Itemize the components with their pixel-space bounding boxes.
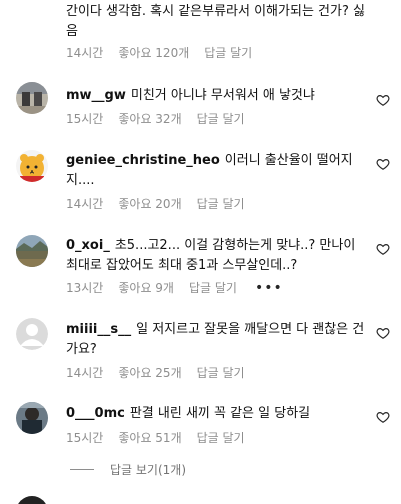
likes-count[interactable]: 좋아요 120개 xyxy=(118,44,189,61)
comment-body: geniee_christine_heo 이러니 출산율이 떨어지지.... xyxy=(66,151,366,191)
comment-time: 14시간 xyxy=(66,366,104,380)
avatar[interactable] xyxy=(16,402,48,434)
comment-meta: 15시간 좋아요 32개 답글 달기 xyxy=(66,110,260,127)
comment-body: miiii__s__ 일 저지르고 잘못을 깨달으면 다 괜찮은 건가요? xyxy=(66,320,366,360)
avatar[interactable] xyxy=(16,318,48,350)
reply-button[interactable]: 답글 달기 xyxy=(197,429,245,446)
comment-text: 미친거 아니냐 무서워서 애 낳것냐 xyxy=(130,88,315,103)
comment-body: mw__gw 미친거 아니냐 무서워서 애 낳것냐 xyxy=(66,86,366,106)
heart-icon[interactable] xyxy=(376,326,390,340)
comment-username[interactable]: geniee_christine_heo xyxy=(66,153,220,168)
more-options-icon[interactable]: ••• xyxy=(255,280,283,296)
likes-count[interactable]: 좋아요 51개 xyxy=(118,429,181,446)
likes-count[interactable]: 좋아요 25개 xyxy=(118,364,181,381)
avatar-photo xyxy=(16,150,48,182)
comment-meta: 14시간 좋아요 25개 답글 달기 xyxy=(66,364,260,381)
comment-username[interactable]: 0_xoi_ xyxy=(66,238,110,253)
reply-button[interactable]: 답글 달기 xyxy=(197,110,245,127)
comment-time: 15시간 xyxy=(66,112,104,126)
reply-button[interactable]: 답글 달기 xyxy=(197,195,245,212)
heart-icon[interactable] xyxy=(376,157,390,171)
comment-username[interactable]: mw__gw xyxy=(66,88,126,103)
likes-count[interactable]: 좋아요 9개 xyxy=(118,279,174,296)
avatar[interactable] xyxy=(16,496,48,504)
comment-text: 간이다 생각함. 혹시 같은부류라서 이해가되는 건가? 싫음 xyxy=(66,4,365,39)
comment-meta: 14시간 좋아요 120개 답글 달기 xyxy=(66,44,267,61)
reply-button[interactable]: 답글 달기 xyxy=(204,44,252,61)
avatar[interactable] xyxy=(16,82,48,114)
comment-time: 15시간 xyxy=(66,431,104,445)
heart-icon[interactable] xyxy=(376,242,390,256)
heart-icon[interactable] xyxy=(376,410,390,424)
likes-count[interactable]: 좋아요 20개 xyxy=(118,195,181,212)
comments-panel: 간이다 생각함. 혹시 같은부류라서 이해가되는 건가? 싫음 14시간 좋아요… xyxy=(0,0,401,504)
reply-button[interactable]: 답글 달기 xyxy=(197,364,245,381)
comment-meta: 13시간 좋아요 9개 답글 달기 ••• xyxy=(66,279,298,296)
comment-username[interactable]: 0___0mc xyxy=(66,406,125,421)
view-replies-button[interactable]: 답글 보기(1개) xyxy=(70,461,186,478)
likes-count[interactable]: 좋아요 32개 xyxy=(118,110,181,127)
default-avatar-icon xyxy=(16,318,48,350)
avatar[interactable] xyxy=(16,235,48,267)
comment-body: 0___0mc 판결 내린 새끼 꼭 같은 일 당하길 xyxy=(66,404,366,424)
comment-time: 13시간 xyxy=(66,281,104,295)
avatar-photo xyxy=(16,235,48,267)
avatar-photo xyxy=(16,82,48,114)
comment-meta: 14시간 좋아요 20개 답글 달기 xyxy=(66,195,260,212)
comment-body: 0_xoi_ 초5...고2... 이걸 감형하는게 맞냐..? 만나이 최대로 … xyxy=(66,236,366,276)
comment-username[interactable]: miiii__s__ xyxy=(66,322,131,337)
reply-button[interactable]: 답글 달기 xyxy=(189,279,237,296)
comment-text: 판결 내린 새끼 꼭 같은 일 당하길 xyxy=(129,406,311,421)
comment-time: 14시간 xyxy=(66,197,104,211)
avatar-photo xyxy=(16,402,48,434)
comment-time: 14시간 xyxy=(66,46,104,60)
divider xyxy=(70,469,94,470)
view-replies-label: 답글 보기(1개) xyxy=(110,463,187,477)
comment-meta: 15시간 좋아요 51개 답글 달기 xyxy=(66,429,260,446)
heart-icon[interactable] xyxy=(376,93,390,107)
avatar[interactable] xyxy=(16,150,48,182)
